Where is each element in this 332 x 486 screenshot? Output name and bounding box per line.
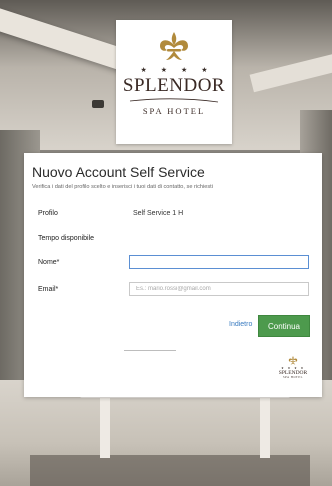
fleur-de-lis-icon	[288, 356, 298, 365]
form-title: Nuovo Account Self Service	[32, 164, 205, 180]
fleur-de-lis-icon	[160, 32, 188, 60]
rug	[30, 455, 310, 486]
form-subtitle: Verifica i dati del profilo scelto e ins…	[32, 184, 213, 190]
mini-logo-subtitle: SPA HOTEL	[283, 376, 303, 379]
self-service-form: Nuovo Account Self Service Verifica i da…	[24, 153, 322, 397]
logo-subtitle: SPA HOTEL	[142, 106, 206, 116]
continue-button[interactable]: Continua	[258, 315, 310, 337]
hotel-logo: ★ ★ ★ ★ SPLENDOR SPA HOTEL	[116, 20, 232, 144]
logo-stars: ★ ★ ★ ★	[140, 67, 214, 74]
name-input[interactable]	[129, 255, 309, 269]
profile-label: Profilo	[38, 210, 58, 217]
profile-value: Self Service 1 H	[133, 210, 184, 217]
table-leg	[260, 398, 270, 458]
mini-hotel-logo: ★ ★ ★ ★ SPLENDOR SPA HOTEL	[276, 355, 310, 379]
table-leg	[100, 398, 110, 458]
name-label: Nome*	[38, 259, 60, 266]
logo-name: SPLENDOR	[122, 75, 226, 96]
logo-swoosh	[129, 98, 219, 103]
available-time-label: Tempo disponibile	[38, 235, 95, 242]
divider	[124, 350, 176, 351]
email-label: Email*	[38, 286, 59, 293]
back-link[interactable]: Indietro	[229, 321, 252, 328]
email-input[interactable]	[129, 282, 309, 296]
wall-lamp	[92, 100, 104, 108]
